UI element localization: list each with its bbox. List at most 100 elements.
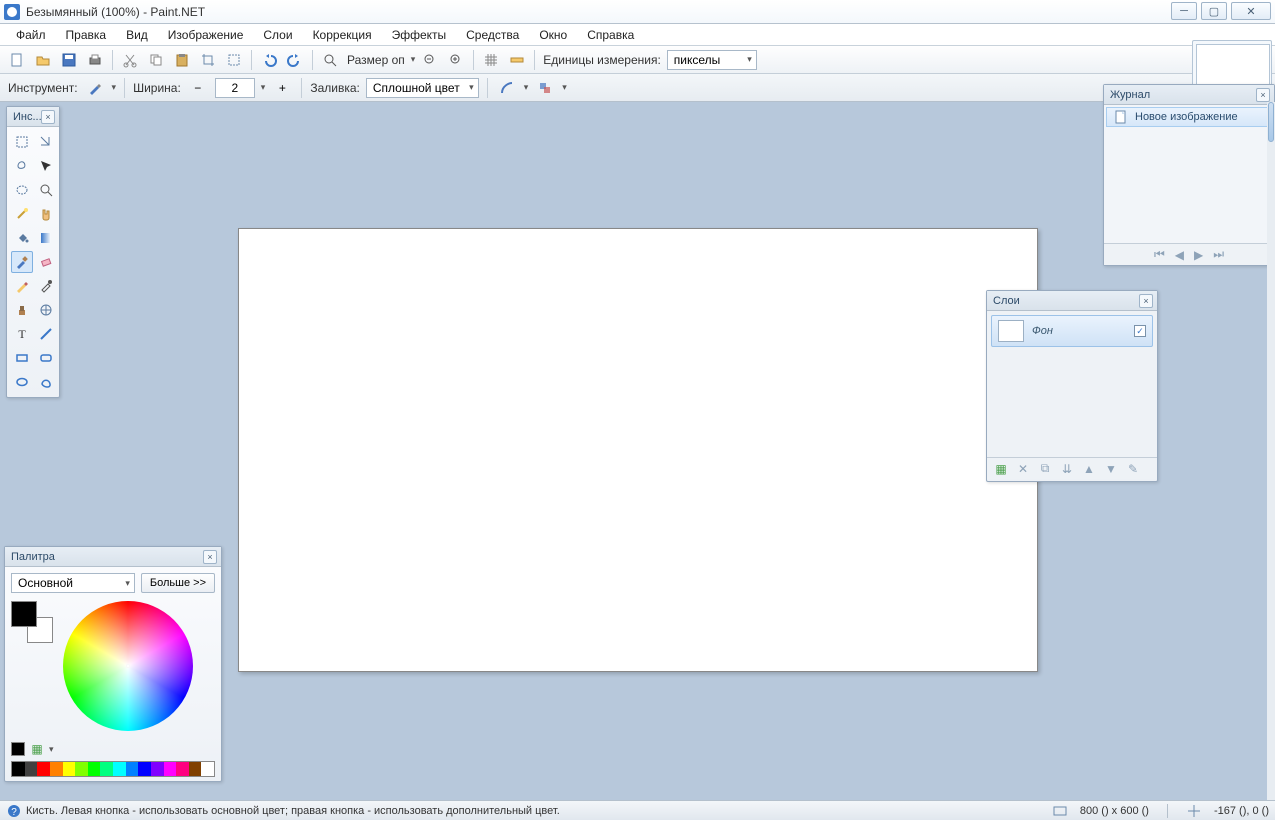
- menu-help[interactable]: Справка: [577, 25, 644, 45]
- menu-adjustments[interactable]: Коррекция: [303, 25, 382, 45]
- open-button[interactable]: [32, 49, 54, 71]
- menu-layers[interactable]: Слои: [253, 25, 302, 45]
- tool-magic-wand[interactable]: [11, 203, 33, 225]
- tool-clone-stamp[interactable]: [11, 299, 33, 321]
- deselect-button[interactable]: [223, 49, 245, 71]
- layer-down-icon[interactable]: ▼: [1103, 461, 1119, 477]
- palette-color[interactable]: [75, 762, 88, 776]
- palette-header[interactable]: Палитра ×: [5, 547, 221, 567]
- tool-pencil[interactable]: [11, 275, 33, 297]
- antialias-button[interactable]: [496, 77, 518, 99]
- palette-color[interactable]: [25, 762, 38, 776]
- menu-image[interactable]: Изображение: [158, 25, 254, 45]
- palette-add-icon[interactable]: ▦: [29, 741, 45, 757]
- tool-ellipse-shape[interactable]: [11, 371, 33, 393]
- history-header[interactable]: Журнал ×: [1104, 85, 1274, 105]
- tool-zoom[interactable]: [35, 179, 57, 201]
- width-input[interactable]: [215, 78, 255, 98]
- palette-color[interactable]: [113, 762, 126, 776]
- menu-window[interactable]: Окно: [529, 25, 577, 45]
- zoom-icon[interactable]: [319, 49, 341, 71]
- palette-color[interactable]: [63, 762, 76, 776]
- palette-mode-dropdown[interactable]: Основной: [11, 573, 135, 593]
- layer-merge-icon[interactable]: ⇊: [1059, 461, 1075, 477]
- tool-pan[interactable]: [35, 203, 57, 225]
- primary-color-swatch[interactable]: [11, 601, 37, 627]
- tool-text[interactable]: T: [11, 323, 33, 345]
- layers-header[interactable]: Слои ×: [987, 291, 1157, 311]
- new-button[interactable]: [6, 49, 28, 71]
- ruler-button[interactable]: [506, 49, 528, 71]
- history-last-icon[interactable]: ⏭: [1213, 247, 1224, 262]
- tool-move-pixels[interactable]: [35, 155, 57, 177]
- history-close-icon[interactable]: ×: [1256, 88, 1270, 102]
- palette-color[interactable]: [201, 762, 214, 776]
- color-wheel[interactable]: [63, 601, 193, 731]
- tool-freeform-shape[interactable]: [35, 371, 57, 393]
- palette-color[interactable]: [138, 762, 151, 776]
- tool-line[interactable]: [35, 323, 57, 345]
- tool-move-selection[interactable]: [35, 131, 57, 153]
- palette-color[interactable]: [126, 762, 139, 776]
- zoom-in-button[interactable]: [445, 49, 467, 71]
- cut-button[interactable]: [119, 49, 141, 71]
- undo-button[interactable]: [258, 49, 280, 71]
- minimize-button[interactable]: ─: [1171, 2, 1197, 20]
- history-next-icon[interactable]: ▶: [1194, 248, 1203, 262]
- zoom-out-button[interactable]: [419, 49, 441, 71]
- canvas[interactable]: [238, 228, 1038, 672]
- blend-button[interactable]: [534, 77, 556, 99]
- width-increase[interactable]: +: [271, 77, 293, 99]
- palette-color[interactable]: [50, 762, 63, 776]
- palette-color[interactable]: [151, 762, 164, 776]
- maximize-button[interactable]: ▢: [1201, 2, 1227, 20]
- palette-color[interactable]: [12, 762, 25, 776]
- menu-file[interactable]: Файл: [6, 25, 56, 45]
- tool-rectangle-shape[interactable]: [11, 347, 33, 369]
- print-button[interactable]: [84, 49, 106, 71]
- layer-add-icon[interactable]: ▦: [993, 461, 1009, 477]
- save-button[interactable]: [58, 49, 80, 71]
- palette-color[interactable]: [88, 762, 101, 776]
- current-color-swatch[interactable]: [11, 742, 25, 756]
- tool-paint-bucket[interactable]: [11, 227, 33, 249]
- width-decrease[interactable]: −: [187, 77, 209, 99]
- layer-duplicate-icon[interactable]: ⧉: [1037, 461, 1053, 477]
- tool-eraser[interactable]: [35, 251, 57, 273]
- tool-rectangle-select[interactable]: [11, 131, 33, 153]
- palette-close-icon[interactable]: ×: [203, 550, 217, 564]
- fill-dropdown[interactable]: Сплошной цвет: [366, 78, 479, 98]
- tool-lasso-select[interactable]: [11, 155, 33, 177]
- palette-color[interactable]: [189, 762, 202, 776]
- wheel-handle-icon[interactable]: [126, 664, 130, 668]
- current-tool-icon[interactable]: [84, 77, 106, 99]
- grid-button[interactable]: [480, 49, 502, 71]
- layer-delete-icon[interactable]: ✕: [1015, 461, 1031, 477]
- tool-recolor[interactable]: [35, 299, 57, 321]
- layer-visibility-checkbox[interactable]: ✓: [1134, 325, 1146, 337]
- copy-button[interactable]: [145, 49, 167, 71]
- layer-properties-icon[interactable]: ✎: [1125, 461, 1141, 477]
- palette-color[interactable]: [37, 762, 50, 776]
- menu-utilities[interactable]: Средства: [456, 25, 529, 45]
- history-item[interactable]: Новое изображение: [1106, 107, 1272, 127]
- tools-header[interactable]: Инс... ×: [7, 107, 59, 127]
- history-first-icon[interactable]: ⏮: [1154, 247, 1165, 262]
- tools-close-icon[interactable]: ×: [41, 110, 55, 124]
- palette-color[interactable]: [176, 762, 189, 776]
- palette-more-button[interactable]: Больше >>: [141, 573, 215, 593]
- crop-button[interactable]: [197, 49, 219, 71]
- tool-ellipse-select[interactable]: [11, 179, 33, 201]
- units-dropdown[interactable]: пикселы: [667, 50, 757, 70]
- scrollbar-thumb[interactable]: [1268, 102, 1274, 142]
- paste-button[interactable]: [171, 49, 193, 71]
- palette-color[interactable]: [164, 762, 177, 776]
- layer-up-icon[interactable]: ▲: [1081, 461, 1097, 477]
- tool-gradient[interactable]: [35, 227, 57, 249]
- redo-button[interactable]: [284, 49, 306, 71]
- palette-color[interactable]: [100, 762, 113, 776]
- vertical-scrollbar[interactable]: [1267, 102, 1275, 800]
- history-prev-icon[interactable]: ◀: [1175, 248, 1184, 262]
- menu-view[interactable]: Вид: [116, 25, 158, 45]
- menu-edit[interactable]: Правка: [56, 25, 117, 45]
